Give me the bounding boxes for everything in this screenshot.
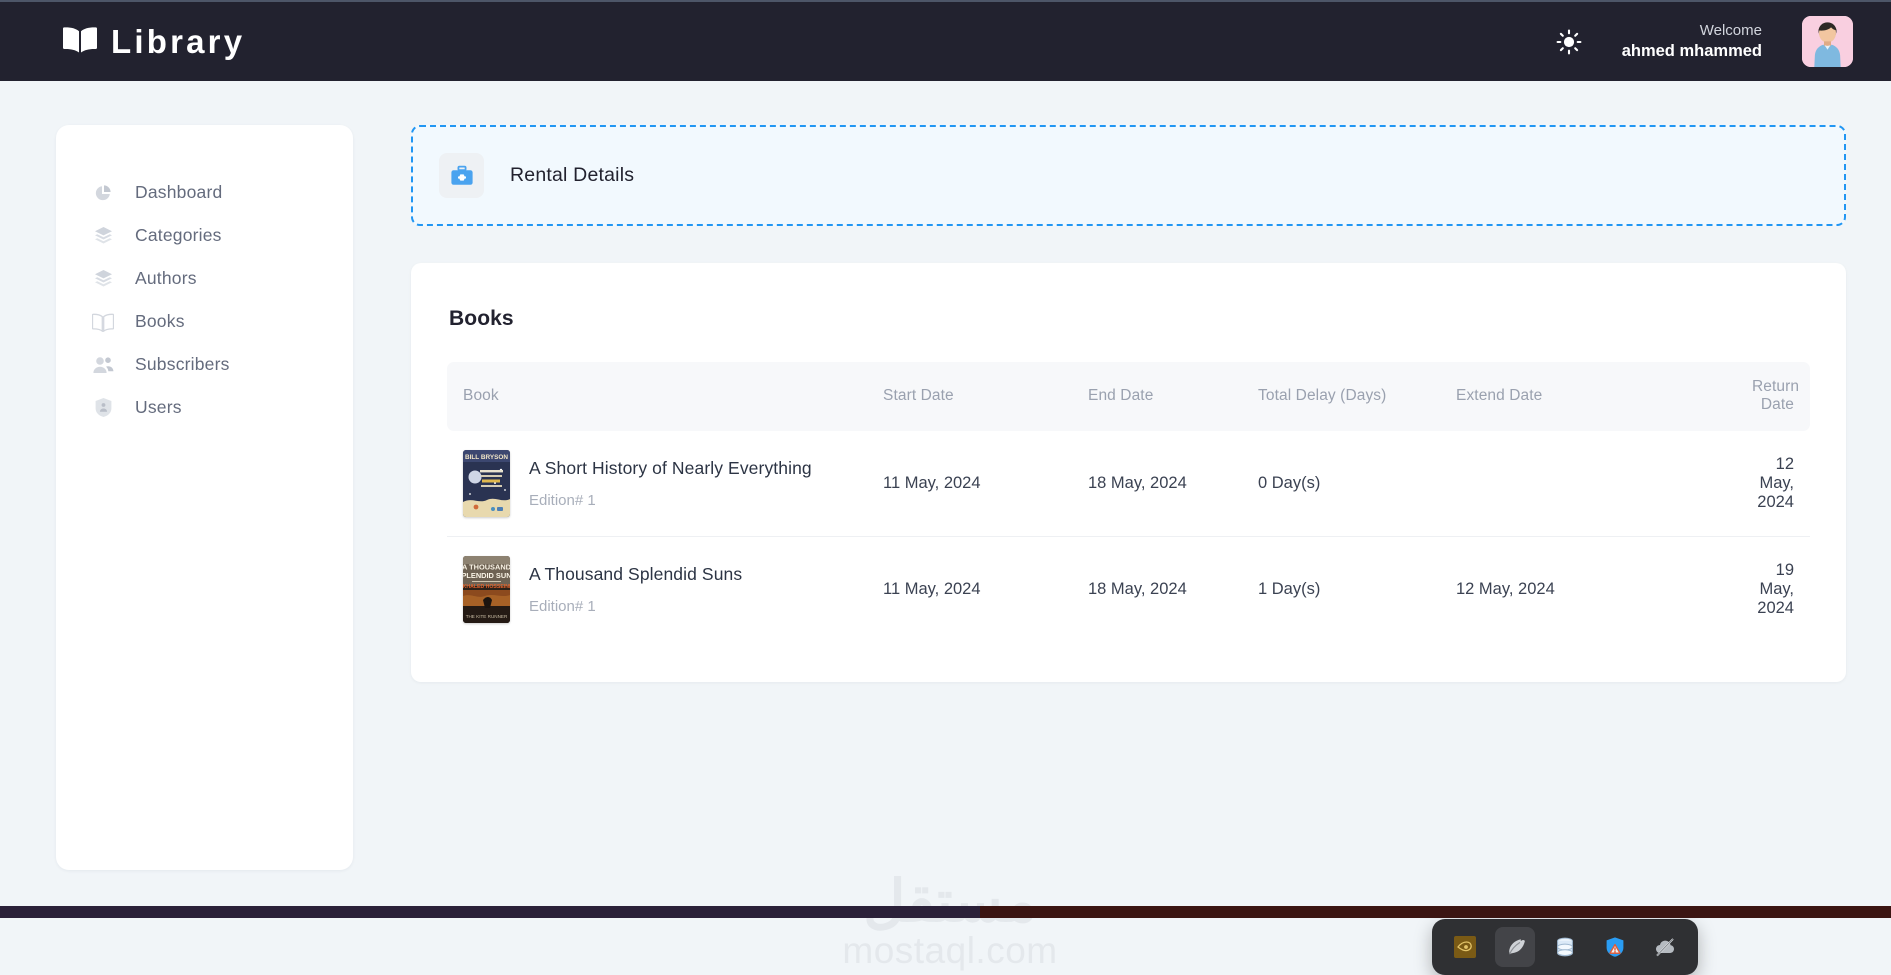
svg-text:BILL BRYSON: BILL BRYSON	[465, 454, 508, 461]
book-title[interactable]: A Thousand Splendid Suns	[529, 564, 742, 585]
footer-strip-left	[0, 906, 980, 918]
main-content: Rental Details Books Book Start Date End…	[411, 125, 1846, 682]
sidebar-item-label: Dashboard	[135, 182, 222, 203]
cell-return-date: 19 May, 2024	[1752, 537, 1810, 643]
watermark-arabic: مستقل	[836, 873, 1064, 931]
sidebar-item-users[interactable]: Users	[56, 386, 353, 429]
sidebar-item-label: Categories	[135, 225, 222, 246]
book-cover-image: BILL BRYSON	[463, 450, 510, 517]
watermark: مستقل mostaql.com	[836, 873, 1064, 972]
books-table: Book Start Date End Date Total Delay (Da…	[447, 362, 1810, 642]
column-header-return-date[interactable]: Return Date	[1752, 362, 1810, 431]
sidebar-item-categories[interactable]: Categories	[56, 214, 353, 257]
table-header-row: Book Start Date End Date Total Delay (Da…	[447, 362, 1810, 431]
cloud-off-icon[interactable]	[1645, 927, 1685, 967]
sidebar-item-subscribers[interactable]: Subscribers	[56, 343, 353, 386]
layers-icon	[92, 268, 114, 290]
book-title[interactable]: A Short History of Nearly Everything	[529, 458, 812, 479]
briefcase-icon	[439, 153, 484, 198]
svg-text:KHALED HOSSEINI: KHALED HOSSEINI	[463, 584, 510, 590]
sidebar-item-dashboard[interactable]: Dashboard	[56, 171, 353, 214]
sidebar-item-books[interactable]: Books	[56, 300, 353, 343]
shield-user-icon	[92, 397, 114, 419]
feather-quill-icon[interactable]	[1495, 927, 1535, 967]
database-stack-icon[interactable]	[1545, 927, 1585, 967]
open-book-icon	[62, 25, 98, 58]
column-header-book[interactable]: Book	[447, 362, 883, 431]
book-edition: Edition# 1	[529, 598, 742, 615]
user-name: ahmed mhammed	[1622, 41, 1762, 63]
cell-total-delay: 0 Day(s)	[1258, 431, 1456, 537]
cell-book: BILL BRYSON	[447, 431, 883, 537]
navbar-right: Welcome ahmed mhammed	[1552, 16, 1853, 67]
rental-details-banner: Rental Details	[411, 125, 1846, 226]
svg-text:THE KITE RUNNER: THE KITE RUNNER	[466, 614, 508, 619]
banner-title: Rental Details	[510, 164, 634, 187]
books-card: Books Book Start Date End Date Total Del…	[411, 263, 1846, 682]
book-cover-image: A THOUSAND SPLENDID SUNS KHALED HOSSEINI	[463, 556, 510, 623]
sidebar-item-label: Subscribers	[135, 354, 230, 375]
cell-extend-date: 12 May, 2024	[1456, 537, 1752, 643]
brand-title: Library	[111, 23, 245, 61]
pie-chart-icon	[92, 182, 114, 204]
layers-icon	[92, 225, 114, 247]
watermark-latin: mostaql.com	[836, 931, 1064, 972]
sidebar-item-label: Users	[135, 397, 182, 418]
column-header-end-date[interactable]: End Date	[1088, 362, 1258, 431]
cell-book: A THOUSAND SPLENDID SUNS KHALED HOSSEINI	[447, 537, 883, 643]
sun-icon[interactable]	[1552, 25, 1586, 59]
avatar[interactable]	[1802, 16, 1853, 67]
cell-end-date: 18 May, 2024	[1088, 537, 1258, 643]
cell-end-date: 18 May, 2024	[1088, 431, 1258, 537]
sidebar-item-label: Books	[135, 311, 185, 332]
floating-toolbar	[1432, 919, 1698, 975]
shield-warning-icon[interactable]	[1595, 927, 1635, 967]
sidebar-item-authors[interactable]: Authors	[56, 257, 353, 300]
column-header-extend-date[interactable]: Extend Date	[1456, 362, 1752, 431]
column-header-start-date[interactable]: Start Date	[883, 362, 1088, 431]
svg-text:SPLENDID SUNS: SPLENDID SUNS	[463, 571, 510, 580]
welcome-label: Welcome	[1622, 21, 1762, 41]
open-book-icon	[92, 311, 114, 333]
cell-start-date: 11 May, 2024	[883, 431, 1088, 537]
top-navbar: Library Welcome ahmed mhammed	[0, 0, 1891, 81]
page-title: Books	[447, 307, 1810, 331]
cell-extend-date	[1456, 431, 1752, 537]
page-body: Dashboard Categories Authors	[0, 81, 1891, 906]
sidebar-item-label: Authors	[135, 268, 197, 289]
column-header-total-delay[interactable]: Total Delay (Days)	[1258, 362, 1456, 431]
table-row[interactable]: A THOUSAND SPLENDID SUNS KHALED HOSSEINI	[447, 537, 1810, 643]
brand[interactable]: Library	[62, 23, 245, 61]
footer-strip	[0, 906, 1891, 918]
sidebar: Dashboard Categories Authors	[56, 125, 353, 870]
gold-logo-icon[interactable]	[1445, 927, 1485, 967]
cell-return-date: 12 May, 2024	[1752, 431, 1810, 537]
table-body: BILL BRYSON	[447, 431, 1810, 642]
table-head: Book Start Date End Date Total Delay (Da…	[447, 362, 1810, 431]
cell-total-delay: 1 Day(s)	[1258, 537, 1456, 643]
book-edition: Edition# 1	[529, 492, 812, 509]
cell-start-date: 11 May, 2024	[883, 537, 1088, 643]
welcome-block: Welcome ahmed mhammed	[1622, 21, 1762, 63]
footer-strip-right	[980, 906, 1891, 918]
table-row[interactable]: BILL BRYSON	[447, 431, 1810, 537]
people-icon	[92, 354, 114, 376]
